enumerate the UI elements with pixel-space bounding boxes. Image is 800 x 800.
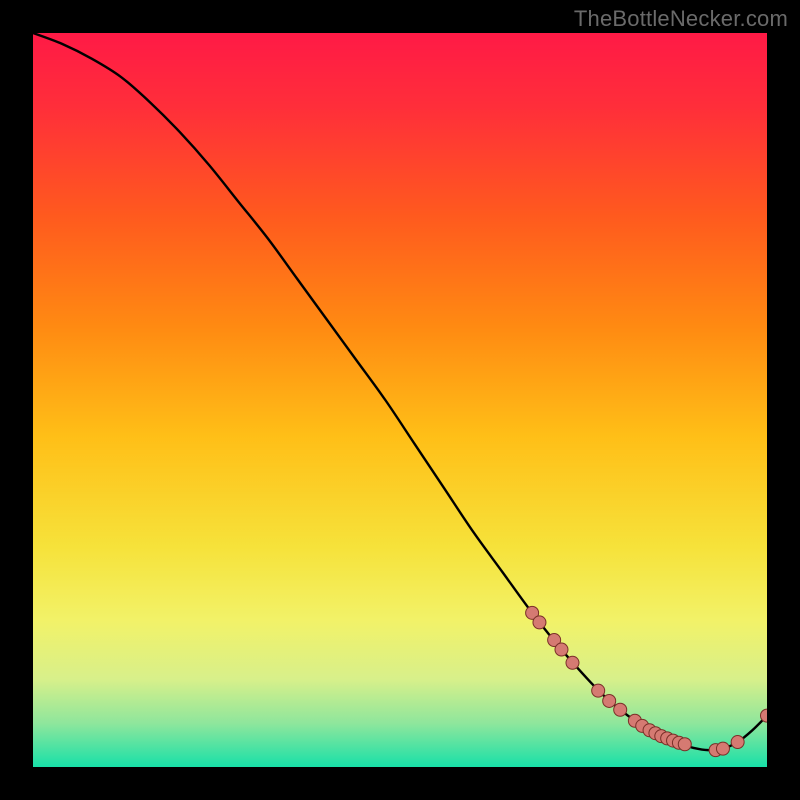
data-point-marker <box>678 738 691 751</box>
data-point-marker <box>566 656 579 669</box>
data-point-marker <box>533 616 546 629</box>
data-point-marker <box>592 684 605 697</box>
plot-svg <box>33 33 767 767</box>
data-point-marker <box>716 742 729 755</box>
chart-stage: TheBottleNecker.com <box>0 0 800 800</box>
data-point-marker <box>731 736 744 749</box>
data-point-marker <box>555 643 568 656</box>
plot-area <box>33 33 767 767</box>
data-point-marker <box>603 694 616 707</box>
gradient-background <box>33 33 767 767</box>
watermark-text: TheBottleNecker.com <box>574 6 788 32</box>
data-point-marker <box>614 703 627 716</box>
